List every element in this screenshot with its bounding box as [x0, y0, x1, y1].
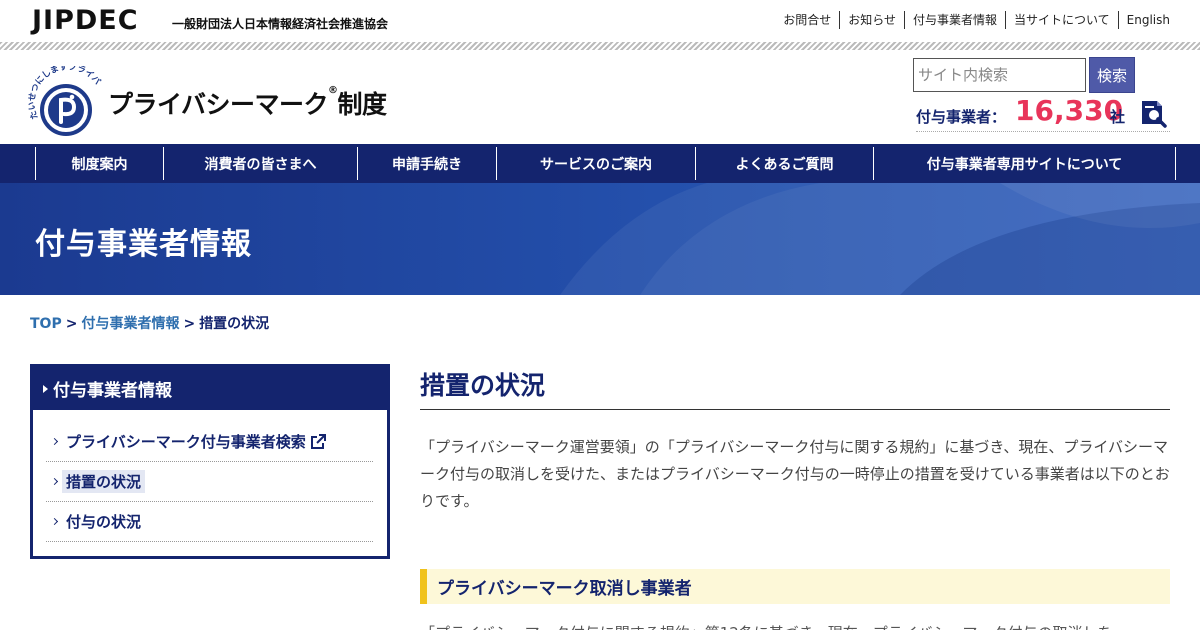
side-item-licensee-search[interactable]: プライバシーマーク付与事業者検索 [46, 422, 373, 462]
breadcrumb-licensee-link[interactable]: 付与事業者情報 [81, 316, 179, 332]
side-item-label: 措置の状況 [62, 470, 146, 493]
nav-system-guide[interactable]: 制度案内 [36, 147, 164, 180]
breadcrumb: TOP > 付与事業者情報 > 措置の状況 [30, 313, 269, 333]
side-menu-heading[interactable]: 付与事業者情報 [33, 367, 387, 410]
licensee-count-label: 付与事業者： [916, 108, 1007, 126]
side-item-label: プライバシーマーク付与事業者検索 [66, 433, 306, 451]
privacy-mark-logo-icon[interactable]: たいせつにしますプライバシー [28, 66, 104, 136]
header-stripe-divider [0, 42, 1200, 50]
breadcrumb-top-link[interactable]: TOP [30, 316, 62, 332]
site-title-suffix: 制度 [337, 90, 388, 119]
breadcrumb-separator: > [65, 316, 78, 332]
external-link-icon [310, 433, 326, 449]
side-item-grant-status[interactable]: 付与の状況 [46, 502, 373, 542]
breadcrumb-current: 措置の状況 [199, 316, 270, 332]
nav-application[interactable]: 申請手続き [358, 147, 497, 180]
org-name: 一般財団法人日本情報経済社会推進協会 [172, 17, 389, 31]
page-hero: 付与事業者情報 [0, 183, 1200, 295]
licensee-count-unit: 社 [1110, 108, 1126, 126]
english-link[interactable]: English [1117, 11, 1170, 29]
licensee-search-icon[interactable] [1138, 98, 1168, 128]
search-input[interactable] [913, 58, 1086, 92]
search-button[interactable]: 検索 [1089, 57, 1135, 93]
site-title[interactable]: プライバシーマーク®制度 [108, 85, 387, 121]
utility-nav: お問合せ お知らせ 付与事業者情報 当サイトについて English [775, 11, 1170, 29]
global-nav: 制度案内 消費者の皆さまへ 申請手続き サービスのご案内 よくあるご質問 付与事… [0, 144, 1200, 183]
nav-for-consumers[interactable]: 消費者の皆さまへ [164, 147, 358, 180]
news-link[interactable]: お知らせ [839, 11, 904, 29]
registered-mark: ® [328, 85, 338, 96]
jipdec-logo[interactable]: JIPDEC [32, 6, 139, 36]
section-body-text: 「プライバシーマーク付与に関する規約」第12条に基づき、現在、プライバシーマーク… [420, 622, 1112, 630]
main-content: 措置の状況 「プライバシーマーク運営要領」の「プライバシーマーク付与に関する規約… [420, 364, 1170, 630]
top-bar: JIPDEC 一般財団法人日本情報経済社会推進協会 お問合せ お知らせ 付与事業… [0, 0, 1200, 42]
nav-services[interactable]: サービスのご案内 [497, 147, 696, 180]
breadcrumb-separator: > [183, 316, 196, 332]
site-search: 検索 [913, 57, 1135, 93]
licensee-info-link[interactable]: 付与事業者情報 [903, 11, 1005, 29]
site-title-main: プライバシーマーク [108, 90, 329, 119]
licensee-count-value: 16,330 [1015, 94, 1124, 127]
page-title: 措置の状況 [420, 364, 1170, 410]
about-site-link[interactable]: 当サイトについて [1005, 11, 1118, 29]
nav-faq[interactable]: よくあるご質問 [696, 147, 874, 180]
side-item-label: 付与の状況 [66, 513, 142, 531]
hero-title: 付与事業者情報 [35, 227, 252, 262]
side-menu: 付与事業者情報 プライバシーマーク付与事業者検索 措置の状況 付与の状況 [30, 364, 390, 559]
licensee-count: 付与事業者： 16,330 社 [916, 94, 1170, 132]
nav-licensee-site[interactable]: 付与事業者専用サイトについて [874, 147, 1176, 180]
side-item-measures[interactable]: 措置の状況 [46, 462, 373, 502]
lead-paragraph: 「プライバシーマーク運営要領」の「プライバシーマーク付与に関する規約」に基づき、… [420, 438, 1170, 510]
contact-link[interactable]: お問合せ [775, 11, 839, 29]
section-heading: プライバシーマーク取消し事業者 [420, 569, 1170, 604]
site-header: たいせつにしますプライバシー プライバシーマーク®制度 検索 付与事業者： 16… [0, 50, 1200, 144]
